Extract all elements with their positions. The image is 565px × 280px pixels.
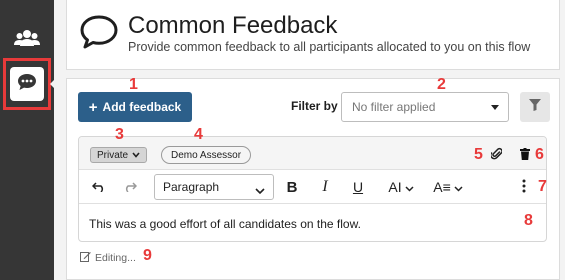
annotation-8: 8: [524, 212, 533, 229]
bold-button[interactable]: B: [284, 175, 300, 199]
nav-feedback-tile: [10, 67, 44, 101]
visibility-label: Private: [97, 149, 129, 161]
annotation-5: 5: [474, 146, 483, 163]
funnel-icon: [529, 98, 541, 116]
feedback-content[interactable]: This was a good effort of all candidates…: [89, 217, 361, 231]
undo-button[interactable]: [90, 175, 108, 199]
comment-dots-icon: [17, 73, 37, 96]
filter-select[interactable]: No filter applied: [341, 92, 509, 122]
edit-icon: [80, 251, 91, 265]
block-format-value: Paragraph: [163, 180, 220, 194]
edit-status: Editing...: [80, 251, 136, 265]
sidebar: [0, 0, 58, 280]
users-icon: [14, 28, 40, 53]
italic-button[interactable]: I: [317, 175, 333, 199]
bold-icon: B: [286, 178, 298, 196]
redo-icon: [123, 179, 138, 195]
chevron-down-icon: [454, 179, 463, 195]
add-feedback-button[interactable]: + Add feedback: [78, 92, 192, 122]
italic-icon: I: [322, 178, 328, 195]
chevron-down-icon: [255, 184, 265, 198]
page-header: Common Feedback Provide common feedback …: [66, 0, 560, 70]
trash-icon[interactable]: [520, 147, 530, 165]
font-size-button[interactable]: AI: [381, 175, 421, 199]
paperclip-icon[interactable]: [490, 147, 503, 165]
redo-button[interactable]: [121, 175, 139, 199]
font-size-icon: AI: [388, 179, 402, 195]
active-nav-indicator: [50, 76, 58, 92]
nav-common-feedback[interactable]: [3, 58, 51, 110]
underline-button[interactable]: U: [350, 175, 366, 199]
annotation-7: 7: [538, 178, 547, 195]
add-feedback-label: Add feedback: [102, 100, 182, 114]
chevron-down-icon: [491, 105, 499, 110]
annotation-1: 1: [129, 76, 138, 93]
page-title: Common Feedback: [128, 12, 338, 39]
assessor-tag: Demo Assessor: [161, 146, 252, 164]
plus-icon: +: [88, 98, 98, 116]
vertical-dots-icon: [522, 179, 526, 196]
more-options-button[interactable]: [519, 175, 529, 199]
edit-status-label: Editing...: [95, 252, 136, 264]
annotation-9: 9: [143, 247, 152, 264]
annotation-2: 2: [437, 76, 446, 93]
editor-toolbar: Paragraph B I U AI A≡: [79, 170, 546, 204]
block-format-select[interactable]: Paragraph: [154, 174, 274, 200]
text-style-icon: A≡: [433, 179, 451, 195]
undo-icon: [91, 179, 106, 195]
text-style-button[interactable]: A≡: [432, 175, 464, 199]
filter-select-value: No filter applied: [352, 100, 436, 114]
filter-button[interactable]: [520, 92, 550, 122]
annotation-3: 3: [115, 126, 124, 143]
page-subtitle: Provide common feedback to all participa…: [128, 40, 531, 54]
underline-icon: U: [352, 179, 364, 195]
filter-label: Filter by: [291, 99, 338, 113]
comment-icon: [79, 14, 119, 55]
visibility-dropdown[interactable]: Private: [90, 147, 148, 163]
chevron-down-icon: [132, 150, 140, 161]
annotation-6: 6: [535, 146, 544, 163]
annotation-4: 4: [194, 126, 203, 143]
chevron-down-icon: [405, 179, 414, 195]
